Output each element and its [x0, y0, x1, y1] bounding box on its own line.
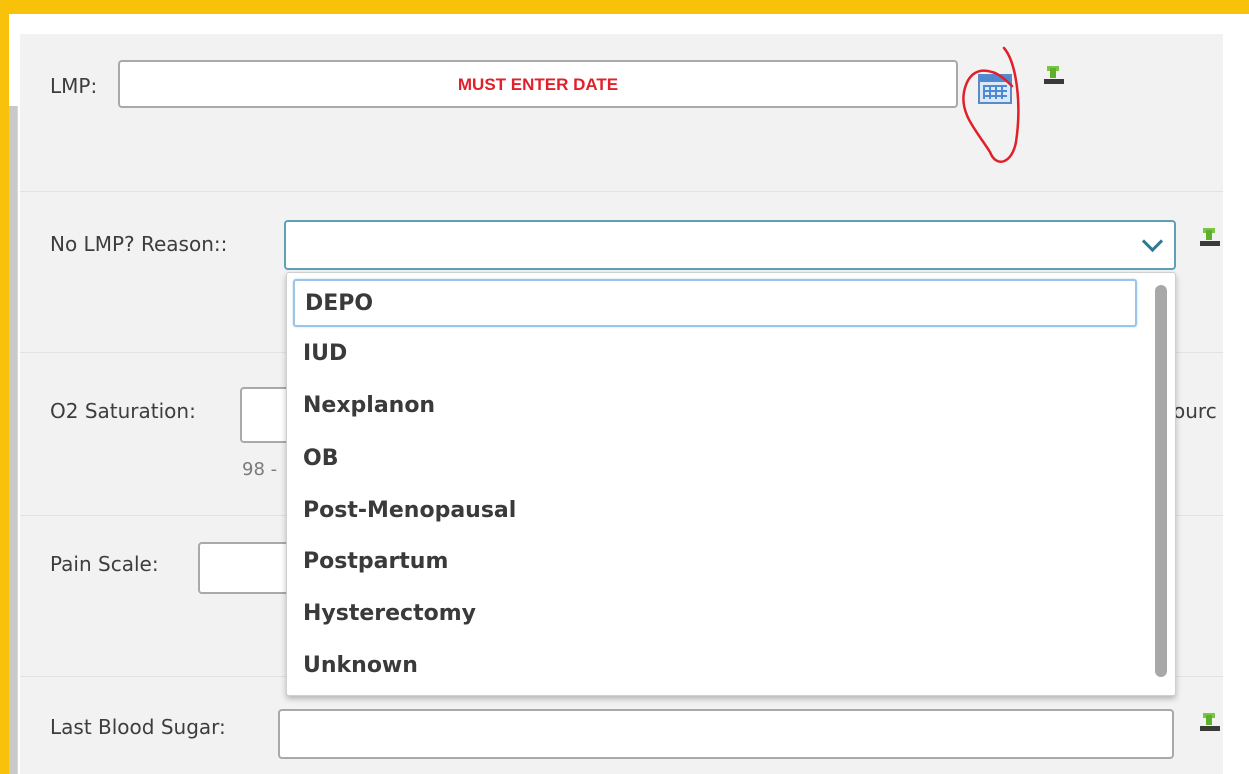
dropdown-option-depo[interactable]: DEPO [293, 279, 1137, 327]
right-edge [1223, 14, 1249, 774]
no-lmp-reason-label: No LMP? Reason:: [50, 232, 228, 256]
top-frame-bar [0, 0, 1249, 14]
no-lmp-reason-dropdown: DEPO IUD Nexplanon OB Post-Menopausal Po… [286, 272, 1176, 696]
dropdown-scrollbar[interactable] [1155, 285, 1167, 677]
dropdown-option-post-menopausal[interactable]: Post-Menopausal [293, 488, 1137, 536]
lmp-date-input[interactable]: MUST ENTER DATE [118, 60, 958, 108]
lmp-required-text: MUST ENTER DATE [457, 75, 619, 94]
dropdown-option-postpartum[interactable]: Postpartum [293, 539, 1137, 587]
no-lmp-reason-select[interactable] [284, 220, 1176, 270]
insert-default-icon[interactable] [1042, 66, 1064, 86]
o2-saturation-hint: 98 - [242, 459, 278, 480]
vitals-form: LMP: MUST ENTER DATE No LMP? Reason:: O2… [20, 34, 1223, 774]
insert-default-icon[interactable] [1198, 713, 1220, 733]
dropdown-option-iud[interactable]: IUD [293, 331, 1137, 379]
pain-scale-label: Pain Scale: [50, 552, 159, 576]
lmp-row: LMP: MUST ENTER DATE [20, 34, 1223, 192]
left-panel-scroll [9, 106, 18, 774]
o2-source-label: ourc [1173, 399, 1217, 423]
dropdown-option-ob[interactable]: OB [293, 436, 1137, 484]
red-annotation-circle [962, 46, 1020, 163]
left-panel-strip [9, 14, 18, 774]
dropdown-option-unknown[interactable]: Unknown [293, 643, 1137, 691]
dropdown-option-hysterectomy[interactable]: Hysterectomy [293, 591, 1137, 639]
chevron-down-icon[interactable] [1141, 230, 1164, 253]
last-blood-sugar-input[interactable] [278, 709, 1174, 759]
dropdown-option-nexplanon[interactable]: Nexplanon [293, 383, 1137, 431]
pain-scale-input[interactable] [198, 542, 298, 594]
o2-saturation-label: O2 Saturation: [50, 399, 196, 423]
left-frame-bar [0, 14, 9, 774]
last-blood-sugar-label: Last Blood Sugar: [50, 715, 226, 739]
insert-default-icon[interactable] [1198, 228, 1220, 248]
lmp-label: LMP: [50, 74, 98, 98]
